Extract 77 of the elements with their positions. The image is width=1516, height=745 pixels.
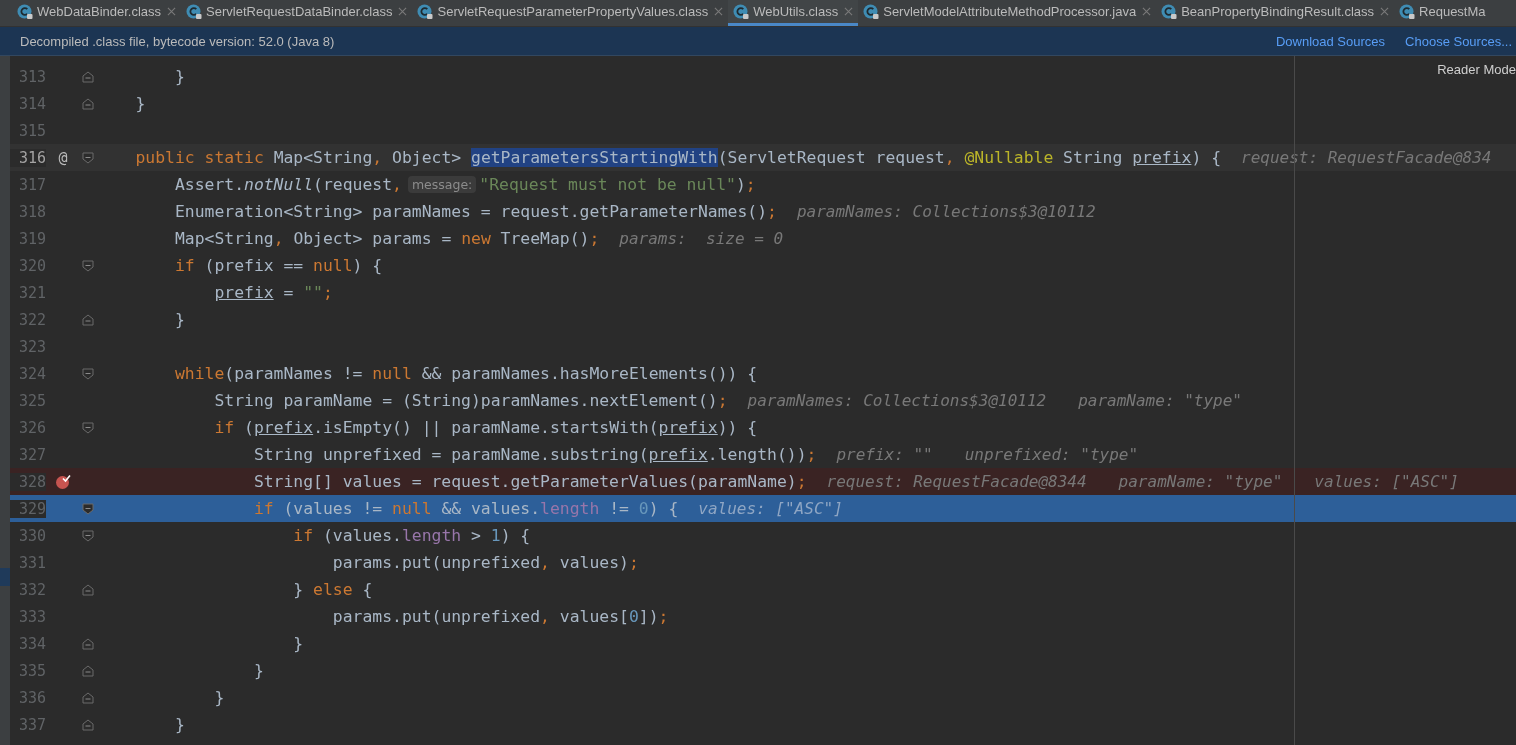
debug-value: unprefixed: "type" [964, 445, 1139, 464]
debug-value: request: RequestFacade@834 [1241, 148, 1492, 167]
breakpoint-icon[interactable] [55, 473, 71, 490]
fold-icon[interactable] [82, 151, 94, 164]
code-text: } [174, 715, 185, 734]
fold-icon[interactable] [82, 421, 94, 434]
override-marker[interactable]: @ [58, 148, 68, 167]
close-icon[interactable] [398, 7, 408, 16]
editor-tab[interactable]: WebDataBinder.class [12, 0, 182, 26]
editor-tab[interactable]: BeanPropertyBindingResult.class [1156, 0, 1395, 26]
debug-value: prefix: "" [836, 445, 933, 464]
close-icon[interactable] [1142, 7, 1152, 16]
editor-tab[interactable]: ServletModelAttributeMethodProcessor.java [858, 0, 1157, 26]
code-text: Enumeration<String> paramNames = request.getParameterNames(); [174, 202, 777, 221]
close-icon[interactable] [167, 7, 177, 16]
code-text: "Request must not be null"); [479, 175, 756, 194]
editor-tab[interactable]: ServletRequestParameterPropertyValues.class [412, 0, 729, 26]
banner-link[interactable]: Choose Sources... [1405, 33, 1512, 49]
fold-icon[interactable] [82, 367, 94, 380]
code-text: } [293, 634, 304, 653]
code-text: public static Map<String, Object> getParametersStartingWith(ServletRequest request, @Nullable String prefix) { [135, 148, 1222, 167]
fold-end-icon[interactable] [82, 718, 94, 731]
fold-end-icon[interactable] [82, 70, 94, 83]
fold-end-icon[interactable] [82, 583, 94, 596]
debug-value: request: RequestFacade@8344 [826, 472, 1087, 491]
code-text: } [253, 661, 264, 680]
class-lock-icon [417, 3, 434, 20]
code-text: params.put(unprefixed, values[0]); [332, 607, 669, 626]
code-text: if (prefix.isEmpty() || paramName.startsWith(prefix)) { [214, 418, 758, 437]
fold-end-icon[interactable] [82, 637, 94, 650]
side-stripe-marker [0, 568, 10, 586]
code-text: String paramName = (String)paramNames.nextElement(); [214, 391, 728, 410]
class-lock-icon [863, 3, 880, 20]
fold-icon[interactable] [82, 259, 94, 272]
debug-value: paramNames: Collections$3@10112 [747, 391, 1047, 410]
code-text: } [214, 688, 225, 707]
code-text: String unprefixed = paramName.substring(prefix.length()); [253, 445, 817, 464]
code-text: String[] values = request.getParameterValues(paramName); [253, 472, 807, 491]
debug-value: values: ["ASC"] [698, 499, 843, 518]
debug-value: paramNames: Collections$3@10112 [796, 202, 1096, 221]
code-text: if (values.length > 1) { [293, 526, 531, 545]
class-lock-icon [186, 3, 203, 20]
fold-icon[interactable] [82, 529, 94, 542]
fold-end-icon[interactable] [82, 313, 94, 326]
class-lock-icon [1399, 3, 1416, 20]
code-text: Assert.notNull(request, [174, 175, 402, 194]
code-text: while(paramNames != null && paramNames.hasMoreElements()) { [174, 364, 758, 383]
debug-value: paramName: "type" [1078, 391, 1242, 410]
code-text: } [174, 310, 185, 329]
fold-end-icon[interactable] [82, 97, 94, 110]
code-text: params.put(unprefixed, values); [332, 553, 639, 572]
class-lock-icon [1161, 3, 1178, 20]
banner-message: Decompiled .class file, bytecode version: 52.0 (Java 8) [20, 33, 335, 49]
close-icon[interactable] [714, 7, 724, 16]
reader-mode-link[interactable]: Reader Mode [1437, 62, 1516, 77]
fold-icon[interactable] [82, 502, 94, 515]
code-text: } [174, 67, 185, 86]
parameter-hint: message: [407, 176, 477, 193]
editor-tab[interactable]: RequestMa [1394, 0, 1491, 26]
code-text: if (prefix == null) { [174, 256, 383, 275]
fold-end-icon[interactable] [82, 691, 94, 704]
code-text: } else { [293, 580, 373, 599]
close-icon[interactable] [1380, 7, 1390, 16]
debug-value: params: size = 0 [619, 229, 784, 248]
code-text: Map<String, Object> params = new TreeMap(); [174, 229, 600, 248]
class-lock-icon [17, 3, 33, 20]
banner-link[interactable]: Download Sources [1275, 33, 1386, 49]
fold-end-icon[interactable] [82, 664, 94, 677]
debug-value: paramName: "type" [1118, 472, 1283, 491]
class-lock-icon [733, 3, 750, 20]
code-text: } [135, 94, 146, 113]
code-text: if (values != null && values.length != 0) { [253, 499, 679, 518]
debug-value: values: ["ASC"] [1314, 472, 1459, 491]
close-icon[interactable] [844, 7, 854, 16]
editor-tab[interactable]: ServletRequestDataBinder.class [181, 0, 413, 26]
editor-tab[interactable]: WebUtils.class [728, 0, 859, 26]
code-text: prefix = ""; [214, 283, 333, 302]
